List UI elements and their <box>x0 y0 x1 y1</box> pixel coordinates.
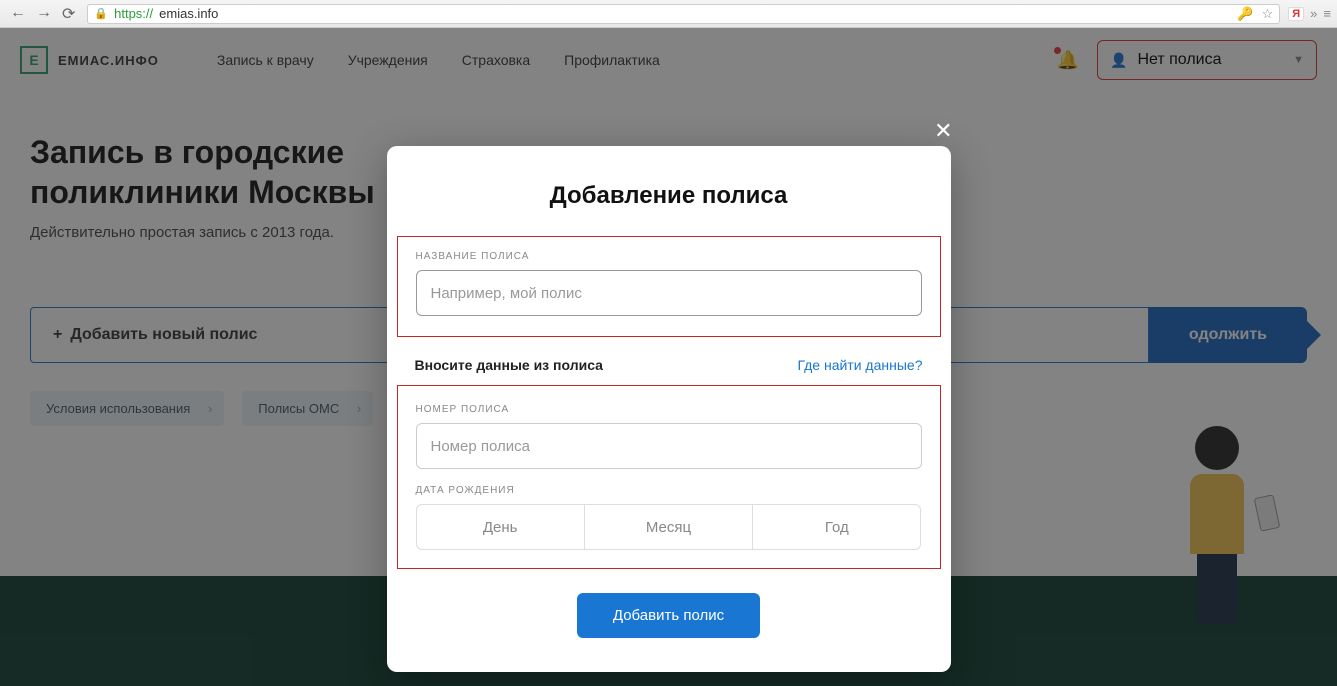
nav-arrows: ← → ⟳ <box>6 4 79 24</box>
browser-toolbar: ← → ⟳ 🔒 https:// emias.info 🔑 ☆ Я » ≡ <box>0 0 1337 28</box>
helper-row: Вносите данные из полиса Где найти данны… <box>387 357 951 385</box>
policy-name-section: НАЗВАНИЕ ПОЛИСА <box>397 236 941 337</box>
menu-icon[interactable]: ≡ <box>1323 6 1331 21</box>
url-scheme: https:// <box>114 6 153 21</box>
back-icon[interactable]: ← <box>10 4 26 24</box>
url-host: emias.info <box>159 6 218 21</box>
dob-year-select[interactable]: Год <box>753 504 921 550</box>
overflow-icon[interactable]: » <box>1310 6 1317 21</box>
url-actions: 🔑 ☆ <box>1237 6 1273 22</box>
dob-label: ДАТА РОЖДЕНИЯ <box>416 485 922 496</box>
key-icon[interactable]: 🔑 <box>1237 6 1253 22</box>
dob-row: День Месяц Год <box>416 504 922 550</box>
extension-icons: Я » ≡ <box>1288 6 1331 21</box>
lock-icon: 🔒 <box>94 7 108 20</box>
forward-icon[interactable]: → <box>36 4 52 24</box>
close-icon[interactable]: ✕ <box>934 118 952 144</box>
page: Е ЕМИАС.ИНФО Запись к врачу Учреждения С… <box>0 28 1337 686</box>
dob-month-select[interactable]: Месяц <box>585 504 753 550</box>
star-icon[interactable]: ☆ <box>1262 6 1274 22</box>
dob-day-select[interactable]: День <box>416 504 585 550</box>
helper-instruction: Вносите данные из полиса <box>415 357 603 373</box>
policy-number-input[interactable] <box>416 423 922 469</box>
submit-button[interactable]: Добавить полис <box>577 593 760 638</box>
address-bar[interactable]: 🔒 https:// emias.info 🔑 ☆ <box>87 4 1280 24</box>
yandex-icon[interactable]: Я <box>1288 7 1304 21</box>
policy-name-label: НАЗВАНИЕ ПОЛИСА <box>416 251 922 262</box>
policy-name-input[interactable] <box>416 270 922 316</box>
reload-icon[interactable]: ⟳ <box>62 4 75 24</box>
policy-number-label: НОМЕР ПОЛИСА <box>416 404 922 415</box>
add-policy-modal: ✕ Добавление полиса НАЗВАНИЕ ПОЛИСА Внос… <box>387 146 951 672</box>
helper-link[interactable]: Где найти данные? <box>797 357 922 373</box>
modal-title: Добавление полиса <box>387 182 951 210</box>
policy-details-section: НОМЕР ПОЛИСА ДАТА РОЖДЕНИЯ День Месяц Го… <box>397 385 941 569</box>
